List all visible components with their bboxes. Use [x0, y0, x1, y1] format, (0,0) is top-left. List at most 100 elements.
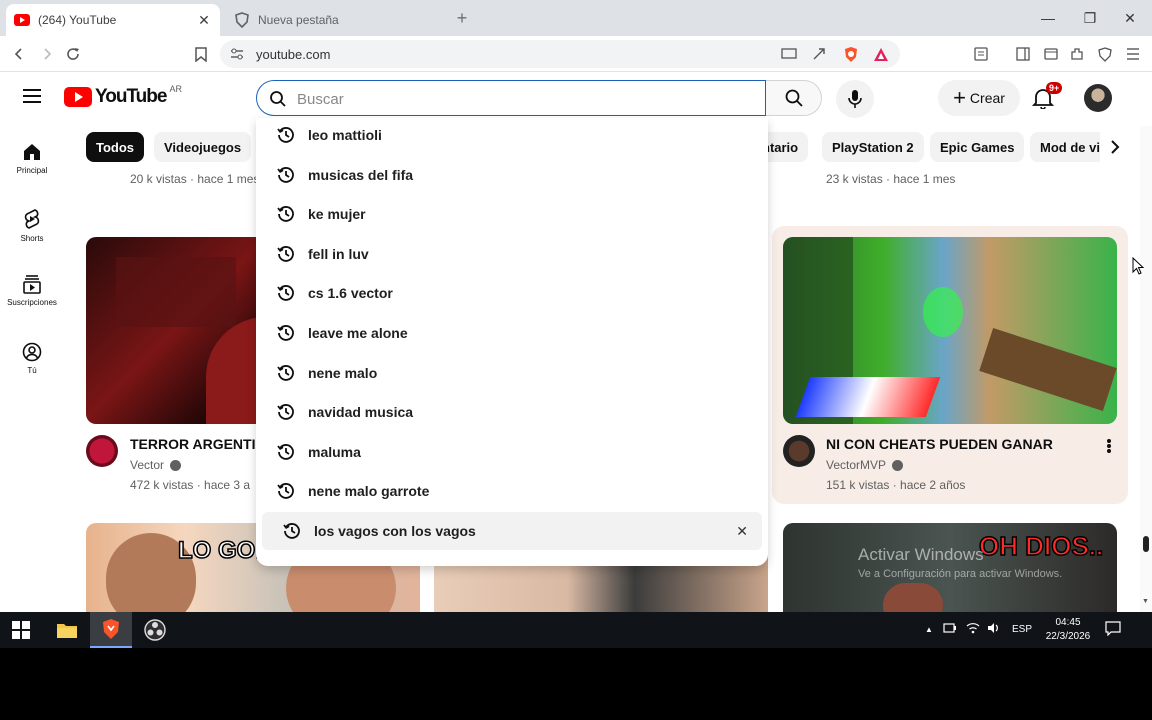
show-hidden-icons-icon[interactable]: ▲	[925, 625, 933, 634]
sidebar-item-label: Principal	[16, 166, 48, 175]
wallet-icon[interactable]	[1040, 43, 1062, 65]
sidebar-item-home[interactable]: Principal	[0, 142, 64, 175]
chip-epic-games[interactable]: Epic Games	[930, 132, 1025, 162]
suggestion-item[interactable]: musicas del fifa	[256, 156, 768, 194]
tab-close-icon[interactable]: ✕	[196, 12, 212, 29]
suggestion-item[interactable]: ke mujer	[256, 195, 768, 233]
tab-title: (264) YouTube	[38, 13, 117, 27]
chip-mod-de-vid[interactable]: Mod de vid	[1030, 132, 1106, 162]
windows-taskbar: ▲ ESP 04:45 22/3/2026	[0, 612, 1152, 648]
language-indicator[interactable]: ESP	[1012, 624, 1032, 635]
suggestion-item[interactable]: navidad musica	[256, 393, 768, 431]
chips-next-button[interactable]	[1100, 132, 1130, 162]
scrollbar-thumb[interactable]	[1143, 536, 1149, 552]
search-button[interactable]	[766, 80, 822, 116]
notification-center-icon[interactable]	[1105, 621, 1121, 639]
brave-lion-icon[interactable]	[840, 43, 862, 65]
youtube-logo[interactable]: YouTube AR	[64, 84, 182, 108]
youtube-play-logo-icon	[64, 87, 92, 107]
wifi-icon[interactable]	[966, 622, 980, 637]
search-suggestions-dropdown: leo mattioli musicas del fifa ke mujer fell…	[256, 118, 768, 566]
search-box[interactable]	[256, 80, 766, 116]
suggestion-item[interactable]: leave me alone	[256, 314, 768, 352]
channel-avatar[interactable]	[86, 435, 118, 467]
history-icon	[276, 363, 296, 383]
folder-icon	[57, 624, 77, 638]
more-options-icon[interactable]	[1100, 437, 1118, 455]
tab-youtube[interactable]: (264) YouTube ✕	[6, 4, 220, 36]
video-thumbnail[interactable]	[783, 237, 1117, 424]
suggestion-text: los vagos con los vagos	[314, 523, 476, 539]
channel-name[interactable]: Vector	[130, 458, 182, 472]
taskbar-file-explorer[interactable]	[46, 612, 88, 648]
restore-button[interactable]: ❐	[1076, 4, 1104, 32]
bookmark-icon[interactable]	[190, 43, 212, 65]
reader-mode-icon[interactable]	[970, 43, 992, 65]
create-button[interactable]: + Crear	[938, 80, 1020, 116]
home-icon	[24, 144, 40, 160]
sidebar-item-you[interactable]: Tú	[0, 342, 64, 375]
suggestion-item[interactable]: nene malo	[256, 354, 768, 392]
remove-suggestion-icon[interactable]: ✕	[736, 523, 748, 540]
video-title[interactable]: NI CON CHEATS PUEDEN GANAR	[826, 436, 1053, 452]
verified-icon	[892, 460, 904, 472]
hamburger-menu-icon[interactable]	[22, 88, 42, 109]
suggestion-text: ke mujer	[308, 206, 366, 223]
start-button[interactable]	[0, 612, 42, 648]
suggestion-item[interactable]: los vagos con los vagos ✕	[262, 512, 762, 550]
history-icon	[276, 244, 296, 264]
new-tab-button[interactable]: +	[452, 8, 472, 28]
search-input[interactable]	[297, 88, 737, 110]
minimize-button[interactable]: —	[1034, 4, 1062, 32]
obs-icon	[144, 619, 166, 641]
notifications-button[interactable]: 9+	[1030, 82, 1063, 114]
share-icon[interactable]	[808, 43, 830, 65]
sidebar-toggle-icon[interactable]	[1012, 43, 1034, 65]
address-bar[interactable]: youtube.com	[220, 40, 900, 68]
site-info-icon[interactable]	[226, 43, 248, 65]
forward-icon[interactable]	[36, 43, 58, 65]
reload-icon[interactable]	[62, 43, 84, 65]
cast-icon[interactable]	[778, 43, 800, 65]
scroll-down-arrow-icon[interactable]: ▼	[1142, 598, 1149, 605]
clock-time: 04:45	[1055, 617, 1081, 628]
battery-network-icon[interactable]	[943, 622, 957, 637]
mouse-cursor-icon	[1132, 257, 1144, 275]
taskbar-clock[interactable]: 04:45 22/3/2026	[1036, 616, 1100, 644]
channel-avatar[interactable]	[783, 435, 815, 467]
history-icon	[276, 481, 296, 501]
suggestion-item[interactable]: nene malo garrote	[256, 472, 768, 510]
plus-icon: +	[953, 85, 966, 110]
back-icon[interactable]	[8, 43, 30, 65]
account-avatar[interactable]	[1084, 84, 1112, 112]
sidebar-item-subscriptions[interactable]: Suscripciones	[0, 274, 64, 307]
video-title[interactable]: TERROR ARGENTIN	[130, 436, 266, 452]
sidebar-item-shorts[interactable]: Shorts	[0, 208, 64, 243]
suggestion-item[interactable]: cs 1.6 vector	[256, 274, 768, 312]
channel-name[interactable]: VectorMVP	[826, 458, 904, 472]
taskbar-obs[interactable]	[134, 612, 176, 648]
voice-search-button[interactable]	[836, 80, 874, 118]
extensions-icon[interactable]	[1066, 43, 1088, 65]
brave-rewards-icon[interactable]	[870, 43, 892, 65]
close-window-button[interactable]: ✕	[1116, 4, 1144, 32]
suggestion-item[interactable]: leo mattioli	[256, 116, 768, 154]
chip-todos[interactable]: Todos	[86, 132, 145, 162]
chip-videojuegos[interactable]: Videojuegos	[154, 132, 252, 162]
suggestion-item[interactable]: maluma	[256, 433, 768, 471]
suggestion-item[interactable]: fell in luv	[256, 235, 768, 273]
scrollbar[interactable]: ▼	[1140, 126, 1152, 612]
video-stats: 472 k vistas · hace 3 a	[130, 478, 251, 492]
volume-icon[interactable]	[987, 622, 1001, 637]
chip-playstation-2[interactable]: PlayStation 2	[822, 132, 924, 162]
suggestion-text: cs 1.6 vector	[308, 285, 393, 302]
url-text: youtube.com	[256, 47, 331, 62]
menu-icon[interactable]	[1122, 43, 1144, 65]
suggestion-text: leo mattioli	[308, 127, 382, 143]
tab-new-tab[interactable]: Nueva pestaña	[226, 4, 446, 36]
history-icon	[276, 283, 296, 303]
subscriptions-icon	[23, 275, 41, 294]
vpn-shield-icon[interactable]	[1094, 43, 1116, 65]
taskbar-brave-browser[interactable]	[90, 612, 132, 648]
video-stats: 20 k vistas · hace 1 mes	[130, 172, 260, 186]
